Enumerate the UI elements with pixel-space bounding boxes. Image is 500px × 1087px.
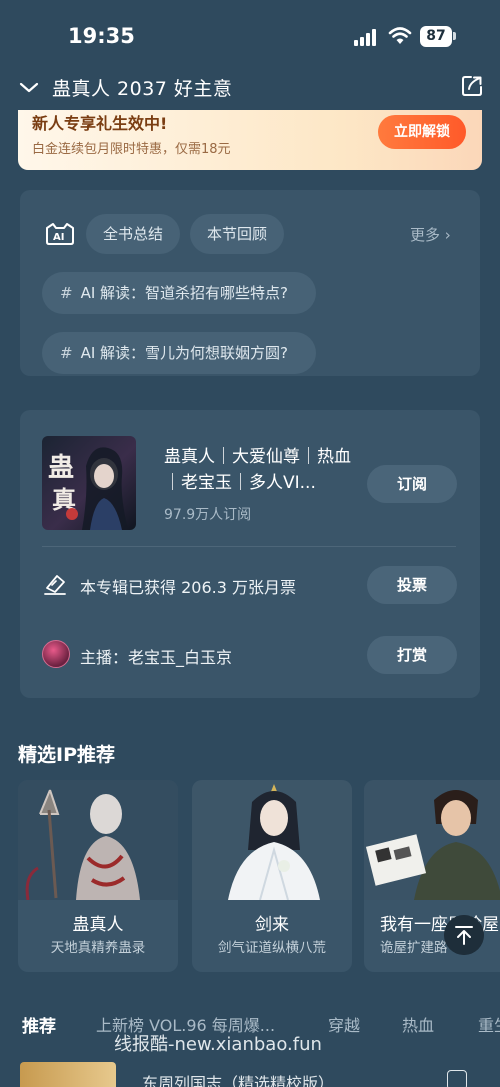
ai-logo-icon: AI — [46, 223, 74, 245]
anchor-name[interactable]: 主播：老宝玉_白玉京 — [80, 644, 232, 668]
banner-subtitle: 白金连续包月限时特惠，仅需18元 — [32, 142, 231, 157]
album-subscribers: 97.9万人订阅 — [164, 507, 252, 523]
ip-card-image — [364, 780, 500, 900]
ip-section-heading: 精选IP推荐 — [18, 744, 115, 766]
ip-card-image — [18, 780, 178, 900]
divider — [42, 546, 456, 547]
chip-book-summary[interactable]: 全书总结 — [86, 214, 180, 254]
add-icon[interactable] — [447, 1070, 467, 1087]
share-icon[interactable] — [460, 74, 484, 98]
vote-button[interactable]: 投票 — [367, 566, 457, 604]
page-title: 蛊真人 2037 好主意 — [52, 78, 233, 100]
ai-question-label: AI 解读：雪儿为何想联姻方圆? — [80, 344, 288, 362]
banner-title: 新人专享礼生效中! — [32, 114, 168, 133]
avatar[interactable] — [42, 640, 70, 668]
tab-time-travel[interactable]: 穿越 — [328, 1012, 360, 1036]
svg-text:蛊: 蛊 — [48, 453, 74, 483]
cellular-signal-icon — [354, 28, 380, 46]
ticket-icon — [44, 575, 66, 595]
unlock-button[interactable]: 立即解锁 — [378, 115, 466, 149]
bottom-book-cover[interactable] — [20, 1062, 116, 1087]
ip-card-name: 蛊真人 — [72, 915, 124, 935]
album-cover[interactable]: 蛊 真 — [42, 436, 136, 530]
svg-text:AI: AI — [53, 232, 64, 243]
ip-card[interactable]: 蛊真人 天地真精养蛊录 — [18, 780, 178, 972]
ip-card-desc: 天地真精养蛊录 — [50, 940, 146, 956]
hash-icon: # — [60, 284, 73, 302]
hash-icon: # — [60, 344, 73, 362]
watermark: 线报酷-new.xianbao.fun — [114, 1034, 322, 1055]
ip-card-image — [192, 780, 352, 900]
bottom-book-title[interactable]: 东周列国志（精选精校版） — [142, 1070, 334, 1087]
ip-card-desc: 剑气证道纵横八荒 — [218, 940, 326, 956]
tab-recommend[interactable]: 推荐 — [22, 1012, 56, 1037]
ai-question-2[interactable]: # AI 解读：雪儿为何想联姻方圆? — [42, 332, 316, 374]
chevron-down-icon[interactable] — [18, 76, 40, 98]
chip-section-review[interactable]: 本节回顾 — [190, 214, 284, 254]
album-name[interactable]: 蛊真人｜大爱仙尊｜热血｜老宝玉｜多人VI... — [164, 444, 360, 496]
monthly-ticket-text: 本专辑已获得 206.3 万张月票 — [80, 578, 296, 597]
tip-button[interactable]: 打赏 — [367, 636, 457, 674]
status-time: 19:35 — [68, 24, 135, 48]
ai-question-1[interactable]: # AI 解读：智道杀招有哪些特点? — [42, 272, 316, 314]
more-link[interactable]: 更多 › — [410, 224, 451, 245]
wifi-icon — [388, 27, 412, 44]
promo-banner[interactable]: 新人专享礼生效中! 白金连续包月限时特惠，仅需18元 立即解锁 — [18, 110, 482, 170]
ip-card[interactable]: 剑来 剑气证道纵横八荒 — [192, 780, 352, 972]
subscribe-button[interactable]: 订阅 — [367, 465, 457, 503]
back-to-top-icon[interactable] — [444, 915, 484, 955]
ai-question-label: AI 解读：智道杀招有哪些特点? — [80, 284, 288, 302]
tab-rebirth[interactable]: 重生 — [478, 1012, 500, 1036]
battery-tip — [453, 32, 456, 40]
battery-indicator: 87 — [420, 26, 452, 47]
ip-card-name: 剑来 — [255, 915, 289, 935]
tab-hot-blood[interactable]: 热血 — [402, 1012, 434, 1036]
